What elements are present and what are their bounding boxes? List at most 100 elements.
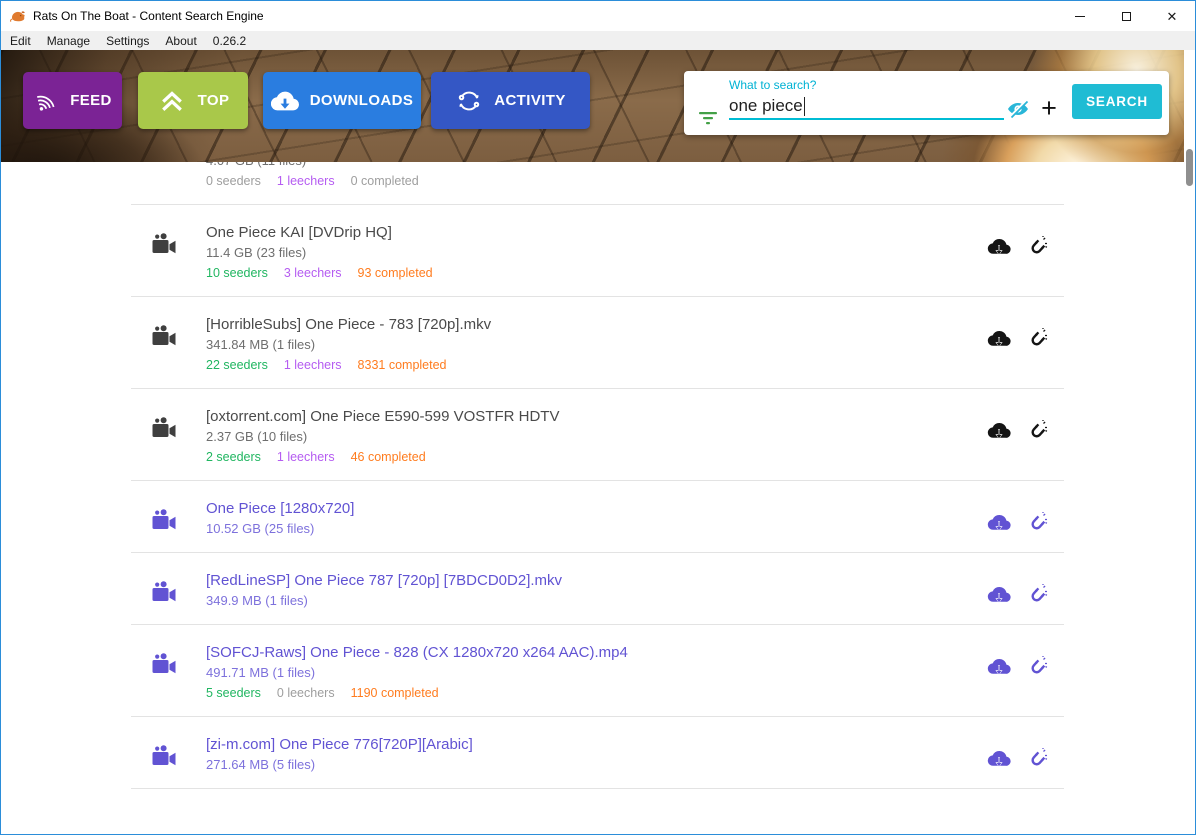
completed-count: 46 completed (351, 447, 426, 467)
result-row[interactable]: [oxtorrent.com] One Piece E590-599 VOSTF… (131, 389, 1064, 481)
downloads-button-label: DOWNLOADS (310, 92, 414, 109)
download-icon[interactable] (987, 512, 1011, 536)
activity-button-label: ACTIVITY (494, 92, 566, 109)
seeders-count: 22 seeders (206, 355, 268, 375)
torrent-size: 341.84 MB (1 files) (206, 335, 987, 355)
search-underline (729, 118, 1004, 120)
download-icon[interactable] (987, 328, 1011, 352)
completed-count: 8331 completed (358, 355, 447, 375)
torrent-size: 271.64 MB (5 files) (206, 755, 987, 775)
completed-count: 1190 completed (351, 683, 439, 703)
feed-button-label: FEED (70, 92, 112, 109)
activity-button[interactable]: ACTIVITY (431, 72, 590, 129)
text-caret (804, 97, 805, 116)
close-button[interactable]: ✕ (1149, 1, 1195, 31)
torrent-title[interactable]: One Piece [1280x720] (206, 498, 987, 519)
menu-manage[interactable]: Manage (39, 32, 98, 50)
magnet-icon[interactable] (1024, 420, 1048, 444)
completed-count: 0 completed (351, 171, 419, 191)
download-icon[interactable] (987, 748, 1011, 772)
menu-about[interactable]: About (157, 32, 204, 50)
video-camera-icon (151, 580, 177, 604)
sync-arrows-icon (455, 87, 483, 115)
header-artwork: FEED TOP DOWNLOADS (1, 50, 1184, 162)
top-button[interactable]: TOP (138, 72, 248, 129)
torrent-stats: 0 seeders 1 leechers 0 completed (206, 171, 987, 191)
result-row[interactable]: [SOFCJ-Raws] One Piece - 828 (CX 1280x72… (131, 625, 1064, 717)
result-row[interactable]: One Piece [1280x720] 10.52 GB (25 files) (131, 481, 1064, 553)
search-button[interactable]: SEARCH (1072, 84, 1162, 119)
seeders-count: 2 seeders (206, 447, 261, 467)
menu-bar: Edit Manage Settings About 0.26.2 (1, 31, 1195, 50)
close-icon: ✕ (1167, 10, 1178, 23)
magnet-icon[interactable] (1024, 656, 1048, 680)
cloud-download-icon (271, 87, 299, 115)
video-camera-icon (151, 652, 177, 676)
magnet-icon[interactable] (1024, 584, 1048, 608)
search-results-list: 4.07 GB (11 files) 0 seeders 1 leechers … (131, 130, 1064, 789)
magnet-icon[interactable] (1024, 236, 1048, 260)
leechers-count: 3 leechers (284, 263, 342, 283)
eye-off-icon[interactable] (1005, 97, 1031, 121)
menu-edit[interactable]: Edit (2, 32, 39, 50)
completed-count: 93 completed (358, 263, 433, 283)
result-row[interactable]: [HorribleSubs] One Piece - 783 [720p].mk… (131, 297, 1064, 389)
minimize-button[interactable] (1057, 1, 1103, 31)
seeders-count: 5 seeders (206, 683, 261, 703)
video-camera-icon (151, 744, 177, 768)
content-area: 4.07 GB (11 files) 0 seeders 1 leechers … (1, 50, 1195, 833)
download-icon[interactable] (987, 656, 1011, 680)
torrent-size: 491.71 MB (1 files) (206, 663, 987, 683)
leechers-count: 1 leechers (284, 355, 342, 375)
leechers-count: 1 leechers (277, 171, 335, 191)
video-camera-icon (151, 324, 177, 348)
leechers-count: 1 leechers (277, 447, 335, 467)
torrent-stats: 10 seeders 3 leechers 93 completed (206, 263, 987, 283)
magnet-icon[interactable] (1024, 512, 1048, 536)
result-row[interactable]: [RedLineSP] One Piece 787 [720p] [7BDCD0… (131, 553, 1064, 625)
torrent-title[interactable]: [SOFCJ-Raws] One Piece - 828 (CX 1280x72… (206, 642, 987, 663)
torrent-size: 2.37 GB (10 files) (206, 427, 987, 447)
app-window: Rats On The Boat - Content Search Engine… (0, 0, 1196, 835)
feed-button[interactable]: FEED (23, 72, 122, 129)
torrent-title[interactable]: [oxtorrent.com] One Piece E590-599 VOSTF… (206, 406, 987, 427)
filter-icon[interactable] (698, 111, 718, 125)
leechers-count: 0 leechers (277, 683, 335, 703)
torrent-title[interactable]: One Piece KAI [DVDrip HQ] (206, 222, 987, 243)
seeders-count: 10 seeders (206, 263, 268, 283)
search-field-label: What to search? (729, 78, 816, 92)
titlebar: Rats On The Boat - Content Search Engine… (1, 1, 1195, 31)
seeders-count: 0 seeders (206, 171, 261, 191)
torrent-title[interactable]: [RedLineSP] One Piece 787 [720p] [7BDCD0… (206, 570, 987, 591)
magnet-icon[interactable] (1024, 328, 1048, 352)
torrent-size: 349.9 MB (1 files) (206, 591, 987, 611)
torrent-title[interactable]: [HorribleSubs] One Piece - 783 [720p].mk… (206, 314, 987, 335)
video-camera-icon (151, 416, 177, 440)
download-icon[interactable] (987, 584, 1011, 608)
torrent-title[interactable]: [zi-m.com] One Piece 776[720P][Arabic] (206, 734, 987, 755)
download-icon[interactable] (987, 420, 1011, 444)
top-button-label: TOP (198, 92, 230, 109)
magnet-icon[interactable] (1024, 748, 1048, 772)
search-input[interactable]: one piece (729, 96, 805, 116)
chevrons-up-icon (157, 86, 187, 116)
result-row[interactable]: [zi-m.com] One Piece 776[720P][Arabic] 2… (131, 717, 1064, 789)
scrollbar-thumb[interactable] (1186, 149, 1193, 186)
torrent-stats: 22 seeders 1 leechers 8331 completed (206, 355, 987, 375)
torrent-size: 11.4 GB (23 files) (206, 243, 987, 263)
search-card: What to search? one piece + SEARCH (684, 71, 1169, 135)
maximize-icon (1122, 12, 1131, 21)
downloads-button[interactable]: DOWNLOADS (263, 72, 421, 129)
result-row[interactable]: One Piece KAI [DVDrip HQ] 11.4 GB (23 fi… (131, 205, 1064, 297)
torrent-size: 10.52 GB (25 files) (206, 519, 987, 539)
search-input-value: one piece (729, 96, 803, 116)
menu-settings[interactable]: Settings (98, 32, 157, 50)
menu-version[interactable]: 0.26.2 (205, 32, 254, 50)
rat-logo-icon (9, 7, 27, 25)
maximize-button[interactable] (1103, 1, 1149, 31)
video-camera-icon (151, 232, 177, 256)
torrent-stats: 5 seeders 0 leechers 1190 completed (206, 683, 987, 703)
add-search-icon[interactable]: + (1036, 93, 1062, 123)
download-icon[interactable] (987, 236, 1011, 260)
video-camera-icon (151, 508, 177, 532)
